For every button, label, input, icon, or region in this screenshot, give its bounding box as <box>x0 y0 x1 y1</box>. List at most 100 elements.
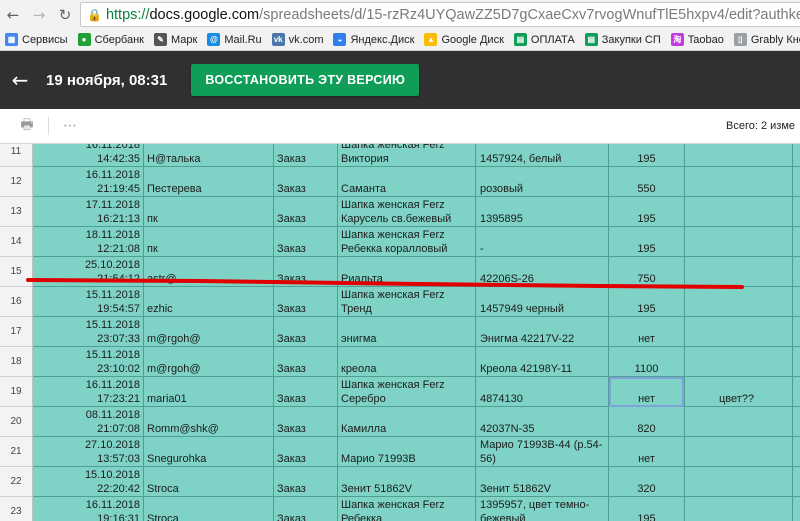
spec-cell[interactable]: 1457924, белый <box>476 144 609 167</box>
type-cell[interactable]: Заказ <box>274 407 338 437</box>
timestamp-cell[interactable]: 25.10.2018 21:54:12 <box>33 257 144 287</box>
spec-cell[interactable]: - <box>476 227 609 257</box>
timestamp-cell[interactable]: 08.11.2018 21:07:08 <box>33 407 144 437</box>
price-cell[interactable]: 195 <box>609 144 685 167</box>
extra-cell[interactable] <box>793 167 800 197</box>
row-header[interactable]: 19 <box>0 377 33 407</box>
extra-cell[interactable] <box>793 227 800 257</box>
price-cell[interactable]: 550 <box>609 167 685 197</box>
spec-cell[interactable]: 42037N-35 <box>476 407 609 437</box>
timestamp-cell[interactable]: 15.11.2018 23:07:33 <box>33 317 144 347</box>
price-cell[interactable]: 320 <box>609 467 685 497</box>
row-header[interactable]: 18 <box>0 347 33 377</box>
item-cell[interactable]: Шапка женская Ferz Карусель св.бежевый <box>338 197 476 227</box>
extra-cell[interactable] <box>793 377 800 407</box>
bookmark-item[interactable]: ◒ Яндекс.Диск <box>328 30 419 50</box>
item-cell[interactable]: Саманта <box>338 167 476 197</box>
extra-cell[interactable] <box>793 347 800 377</box>
spec-cell[interactable]: Энигма 42217V-22 <box>476 317 609 347</box>
spec-cell[interactable]: Зенит 51862V <box>476 467 609 497</box>
name-cell[interactable]: пк <box>144 227 274 257</box>
timestamp-cell[interactable]: 17.11.2018 16:21:13 <box>33 197 144 227</box>
note-cell[interactable]: цвет?? <box>685 377 793 407</box>
name-cell[interactable]: Snegurohka <box>144 437 274 467</box>
row-header[interactable]: 20 <box>0 407 33 437</box>
type-cell[interactable]: Заказ <box>274 167 338 197</box>
address-bar[interactable]: 🔒 https://docs.google.com/spreadsheets/d… <box>80 2 800 27</box>
name-cell[interactable]: maria01 <box>144 377 274 407</box>
type-cell[interactable]: Заказ <box>274 197 338 227</box>
name-cell[interactable]: ezhic <box>144 287 274 317</box>
name-cell[interactable]: пк <box>144 197 274 227</box>
type-cell[interactable]: Заказ <box>274 317 338 347</box>
row-header[interactable]: 17 <box>0 317 33 347</box>
timestamp-cell[interactable]: 27.10.2018 13:57:03 <box>33 437 144 467</box>
timestamp-cell[interactable]: 16.11.2018 17:23:21 <box>33 377 144 407</box>
extra-cell[interactable] <box>793 144 800 167</box>
item-cell[interactable]: Камилла <box>338 407 476 437</box>
name-cell[interactable]: Stroca <box>144 467 274 497</box>
row-header[interactable]: 23 <box>0 497 33 521</box>
item-cell[interactable]: креола <box>338 347 476 377</box>
note-cell[interactable] <box>685 287 793 317</box>
bookmark-item[interactable]: ● Сбербанк <box>73 30 149 50</box>
type-cell[interactable]: Заказ <box>274 144 338 167</box>
extra-cell[interactable] <box>793 437 800 467</box>
spec-cell[interactable]: 1457949 черный <box>476 287 609 317</box>
name-cell[interactable]: Н@талька <box>144 144 274 167</box>
timestamp-cell[interactable]: 16.11.2018 21:19:45 <box>33 167 144 197</box>
note-cell[interactable] <box>685 467 793 497</box>
type-cell[interactable]: Заказ <box>274 437 338 467</box>
item-cell[interactable]: Шапка женская Ferz Тренд <box>338 287 476 317</box>
price-cell[interactable]: нет <box>609 437 685 467</box>
spec-cell[interactable]: розовый <box>476 167 609 197</box>
price-cell[interactable]: 195 <box>609 497 685 521</box>
price-cell[interactable]: 820 <box>609 407 685 437</box>
name-cell[interactable]: Stroca <box>144 497 274 521</box>
price-cell[interactable]: 195 <box>609 197 685 227</box>
type-cell[interactable]: Заказ <box>274 377 338 407</box>
spec-cell[interactable]: 1395895 <box>476 197 609 227</box>
price-cell[interactable]: 750 <box>609 257 685 287</box>
row-header[interactable]: 15 <box>0 257 33 287</box>
item-cell[interactable]: Риальта <box>338 257 476 287</box>
bookmark-item[interactable]: ▲ Google Диск <box>419 30 508 50</box>
note-cell[interactable] <box>685 197 793 227</box>
more-icon[interactable]: ⋯ <box>57 113 83 139</box>
back-arrow-icon[interactable]: ← <box>0 51 40 109</box>
restore-version-button[interactable]: ВОССТАНОВИТЬ ЭТУ ВЕРСИЮ <box>191 64 420 96</box>
price-cell[interactable]: нет <box>609 377 685 407</box>
note-cell[interactable] <box>685 257 793 287</box>
timestamp-cell[interactable]: 16.11.2018 14:42:35 <box>33 144 144 167</box>
spec-cell[interactable]: 1395957, цвет темно-бежевый <box>476 497 609 521</box>
note-cell[interactable] <box>685 347 793 377</box>
type-cell[interactable]: Заказ <box>274 467 338 497</box>
extra-cell[interactable] <box>793 317 800 347</box>
extra-cell[interactable] <box>793 467 800 497</box>
row-header[interactable]: 22 <box>0 467 33 497</box>
type-cell[interactable]: Заказ <box>274 257 338 287</box>
name-cell[interactable]: astr@ <box>144 257 274 287</box>
note-cell[interactable] <box>685 167 793 197</box>
extra-cell[interactable] <box>793 257 800 287</box>
note-cell[interactable] <box>685 407 793 437</box>
type-cell[interactable]: Заказ <box>274 347 338 377</box>
price-cell[interactable]: 195 <box>609 287 685 317</box>
timestamp-cell[interactable]: 15.10.2018 22:20:42 <box>33 467 144 497</box>
price-cell[interactable]: нет <box>609 317 685 347</box>
note-cell[interactable] <box>685 144 793 167</box>
spec-cell[interactable]: Марио 71993В-44 (р.54- 56) <box>476 437 609 467</box>
note-cell[interactable] <box>685 317 793 347</box>
timestamp-cell[interactable]: 15.11.2018 19:54:57 <box>33 287 144 317</box>
item-cell[interactable]: Марио 71993В <box>338 437 476 467</box>
timestamp-cell[interactable]: 16.11.2018 19:16:31 <box>33 497 144 521</box>
item-cell[interactable]: Шапка женская Ferz Ребекка <box>338 497 476 521</box>
price-cell[interactable]: 195 <box>609 227 685 257</box>
extra-cell[interactable] <box>793 497 800 521</box>
name-cell[interactable]: Romm@shk@ <box>144 407 274 437</box>
bookmark-item[interactable]: 淘 Taobao <box>666 30 729 50</box>
item-cell[interactable]: Шапка женская Ferz Серебро <box>338 377 476 407</box>
bookmark-item[interactable]: ▤ ОПЛАТА <box>509 30 580 50</box>
timestamp-cell[interactable]: 18.11.2018 12:21:08 <box>33 227 144 257</box>
reload-icon[interactable]: ↻ <box>52 2 78 28</box>
